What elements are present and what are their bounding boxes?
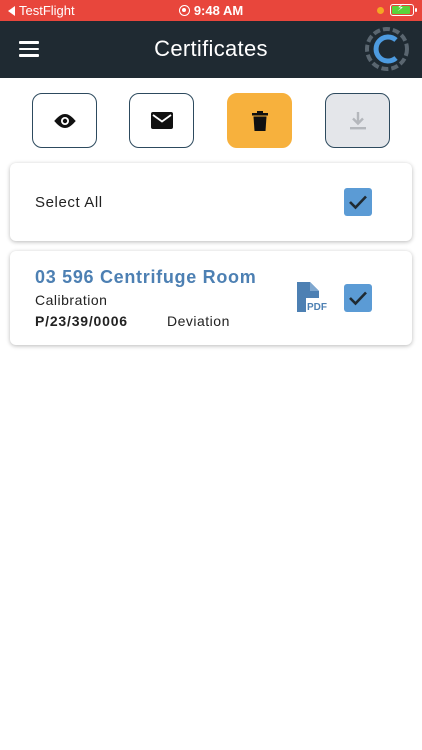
certificate-checkbox[interactable] (344, 284, 372, 312)
certificate-card[interactable]: 03 596 Centrifuge Room Calibration P/23/… (10, 251, 412, 345)
certificate-type: Calibration (35, 292, 108, 308)
delete-button[interactable] (227, 93, 292, 148)
svg-text:PDF: PDF (307, 302, 327, 313)
page-title: Certificates (154, 36, 268, 61)
battery-charging-icon: ⚡ (390, 3, 417, 16)
app-header: Certificates (0, 21, 422, 78)
pdf-file-icon[interactable]: PDF (295, 282, 327, 314)
trash-icon (251, 110, 268, 131)
certificate-title[interactable]: 03 596 Centrifuge Room (35, 267, 256, 288)
certificate-status: Deviation (167, 313, 230, 329)
select-all-checkbox[interactable] (344, 188, 372, 216)
select-all-card: Select All (10, 163, 412, 241)
status-bar: TestFlight 9:48 AM ⚡ (0, 0, 422, 21)
checkmark-icon (349, 195, 367, 210)
select-all-label: Select All (35, 194, 103, 211)
view-button[interactable] (32, 93, 97, 148)
download-button[interactable] (325, 93, 390, 148)
orange-indicator-icon (377, 6, 384, 14)
company-logo (365, 27, 409, 71)
screen-recording-icon (178, 5, 190, 16)
envelope-icon (150, 112, 173, 129)
eye-icon (53, 113, 76, 128)
status-time: 9:48 AM (193, 3, 244, 18)
email-button[interactable] (129, 93, 194, 148)
certificate-number: P/23/39/0006 (35, 313, 128, 329)
checkmark-icon (349, 291, 367, 306)
download-icon (349, 111, 366, 129)
